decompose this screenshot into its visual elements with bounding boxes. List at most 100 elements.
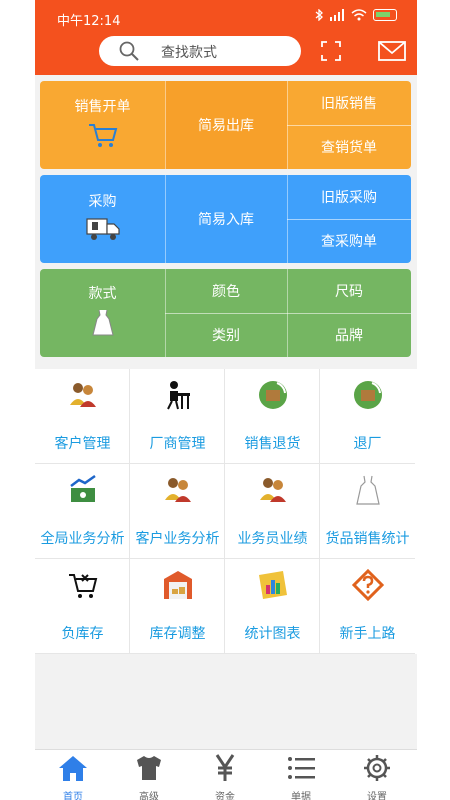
query-sales-label: 查销货单 <box>321 140 377 156</box>
app-screen: 中午12:14 查找款式 销售开单 简易出库 旧版销售 查销货单 采购 简易入库… <box>35 0 417 800</box>
gear-icon <box>364 755 390 781</box>
category-button[interactable]: 类别 <box>165 313 287 357</box>
nav-label: 单据 <box>291 792 311 800</box>
global-analysis-icon <box>70 474 96 502</box>
status-icons <box>315 9 397 21</box>
grid-item-return-factory[interactable]: 退厂 <box>320 369 415 464</box>
grid-item-customers[interactable]: 客户管理 <box>35 369 130 464</box>
battery-icon <box>373 9 397 21</box>
grid-item-label: 业务员业绩 <box>237 531 308 547</box>
sales-panel: 销售开单 简易出库 旧版销售 查销货单 <box>40 81 411 169</box>
style-panel: 款式 颜色 尺码 类别 品牌 <box>40 269 411 357</box>
grid-item-label: 全局业务分析 <box>40 531 125 547</box>
sales-order-button[interactable]: 销售开单 <box>40 81 165 169</box>
nav-funds[interactable]: 资金 <box>187 750 263 800</box>
grid-item-label: 库存调整 <box>149 626 206 642</box>
dress-icon <box>356 475 380 505</box>
nav-label: 设置 <box>367 792 387 800</box>
bluetooth-icon <box>315 9 323 21</box>
nav-advanced[interactable]: 高级 <box>111 750 187 800</box>
status-time: 中午12:14 <box>57 14 121 29</box>
dress-icon <box>91 309 114 336</box>
divider <box>165 81 166 169</box>
nav-label: 首页 <box>63 792 83 800</box>
nav-label: 资金 <box>215 792 235 800</box>
nav-settings[interactable]: 设置 <box>339 750 415 800</box>
grid-item-customer-analysis[interactable]: 客户业务分析 <box>130 464 225 559</box>
purchase-button[interactable]: 采购 <box>40 175 165 263</box>
header: 中午12:14 查找款式 <box>35 0 417 75</box>
divider <box>165 313 411 314</box>
search-input[interactable]: 查找款式 <box>99 36 301 66</box>
query-purchase-label: 查采购单 <box>321 234 377 250</box>
old-purchase-label: 旧版采购 <box>321 190 377 206</box>
shirt-icon <box>137 756 161 780</box>
grid-item-label: 退厂 <box>353 436 382 452</box>
sales-order-label: 销售开单 <box>74 99 131 115</box>
grid-item-negative-stock[interactable]: 负库存 <box>35 559 130 654</box>
grid-item-salesman[interactable]: 业务员业绩 <box>225 464 320 559</box>
warehouse-icon <box>164 571 192 599</box>
factory-worker-icon <box>167 381 190 410</box>
old-purchase-button[interactable]: 旧版采购 <box>287 175 411 219</box>
simple-inbound-button[interactable]: 简易入库 <box>165 175 287 263</box>
grid-item-charts[interactable]: 统计图表 <box>225 559 320 654</box>
nav-documents[interactable]: 单据 <box>263 750 339 800</box>
bottom-nav: 首页 高级 资金 单据 设置 <box>35 749 417 800</box>
grid-item-goods-stats[interactable]: 货品销售统计 <box>320 464 415 559</box>
grid-item-label: 销售退货 <box>244 436 301 452</box>
truck-icon <box>85 218 120 240</box>
customers-icon <box>70 383 96 407</box>
brand-button[interactable]: 品牌 <box>287 313 411 357</box>
nav-label: 高级 <box>139 792 159 800</box>
brand-label: 品牌 <box>335 328 363 344</box>
purchase-label: 采购 <box>88 194 117 210</box>
grid-item-stock-adjust[interactable]: 库存调整 <box>130 559 225 654</box>
cart-x-icon <box>69 574 98 598</box>
wifi-icon <box>351 9 367 21</box>
search-icon <box>119 41 139 61</box>
size-button[interactable]: 尺码 <box>287 269 411 313</box>
signal-icon <box>330 9 344 21</box>
simple-outbound-button[interactable]: 简易出库 <box>165 81 287 169</box>
color-button[interactable]: 颜色 <box>165 269 287 313</box>
category-label: 类别 <box>212 328 240 344</box>
divider <box>165 175 166 263</box>
old-sales-button[interactable]: 旧版销售 <box>287 81 411 125</box>
size-label: 尺码 <box>335 284 363 300</box>
query-purchase-button[interactable]: 查采购单 <box>287 219 411 263</box>
color-label: 颜色 <box>212 284 240 300</box>
grid-item-label: 统计图表 <box>244 626 301 642</box>
help-icon <box>352 569 384 601</box>
home-icon <box>59 756 87 781</box>
grid-item-vendors[interactable]: 厂商管理 <box>130 369 225 464</box>
grid-item-sales-return[interactable]: 销售退货 <box>225 369 320 464</box>
simple-inbound-label: 简易入库 <box>198 212 254 228</box>
simple-outbound-label: 简易出库 <box>198 118 254 134</box>
grid-item-label: 货品销售统计 <box>325 531 410 547</box>
return-factory-icon <box>354 381 382 409</box>
grid-item-label: 新手上路 <box>339 626 396 642</box>
old-sales-label: 旧版销售 <box>321 96 377 112</box>
grid-item-label: 客户业务分析 <box>135 531 220 547</box>
nav-home[interactable]: 首页 <box>35 750 111 800</box>
list-icon <box>288 757 315 779</box>
grid-item-label: 负库存 <box>61 626 104 642</box>
grid-item-global-analysis[interactable]: 全局业务分析 <box>35 464 130 559</box>
status-bar: 中午12:14 <box>35 0 417 32</box>
sales-return-icon <box>259 381 287 409</box>
mail-icon[interactable] <box>378 41 406 61</box>
yen-icon <box>215 754 235 781</box>
feature-grid: 客户管理 厂商管理 销售退货 退厂 全局业务分析 客户业务分析 业务员业绩 货品… <box>35 369 417 654</box>
grid-item-help[interactable]: 新手上路 <box>320 559 415 654</box>
purchase-panel: 采购 简易入库 旧版采购 查采购单 <box>40 175 411 263</box>
scan-icon[interactable] <box>321 41 341 61</box>
grid-item-label: 客户管理 <box>54 436 111 452</box>
style-button[interactable]: 款式 <box>40 269 165 357</box>
chart-icon <box>259 571 287 599</box>
grid-item-label: 厂商管理 <box>149 436 206 452</box>
cart-icon <box>88 124 117 147</box>
salesman-icon <box>260 478 286 502</box>
query-sales-button[interactable]: 查销货单 <box>287 125 411 169</box>
search-placeholder: 查找款式 <box>161 45 217 61</box>
